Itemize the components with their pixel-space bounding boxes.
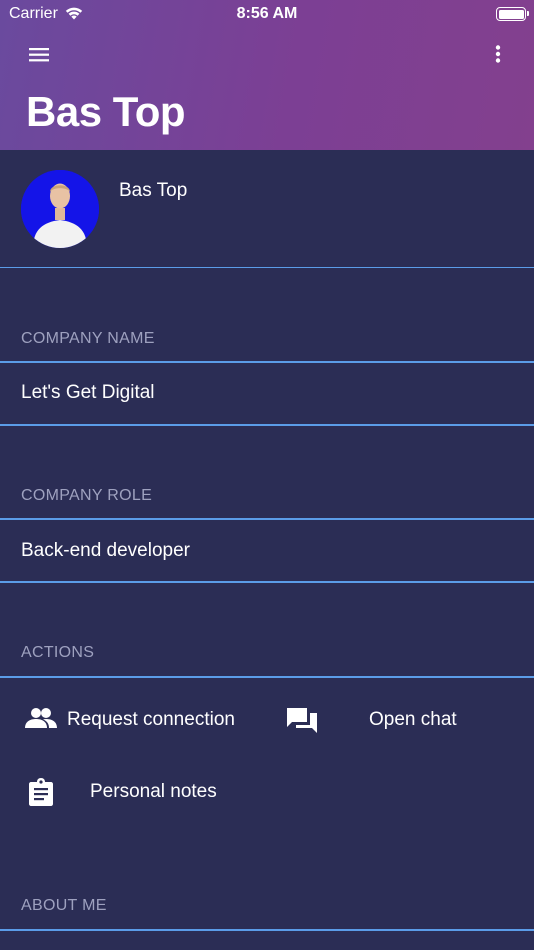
people-icon <box>25 706 57 735</box>
profile-name: Bas Top <box>119 180 188 201</box>
request-connection-button[interactable]: Request connection <box>21 700 261 740</box>
personal-notes-button[interactable]: Personal notes <box>21 772 261 812</box>
status-bar: Carrier 8:56 AM <box>0 0 534 28</box>
open-chat-button[interactable]: Open chat <box>285 700 485 740</box>
personal-notes-label: Personal notes <box>90 781 217 802</box>
clipboard-icon <box>29 778 53 811</box>
company-role-label: COMPANY ROLE <box>21 487 153 504</box>
divider <box>0 929 534 931</box>
divider <box>0 424 534 426</box>
company-name-value: Let's Get Digital <box>21 382 155 403</box>
company-role-value: Back-end developer <box>21 540 190 561</box>
actions-label: ACTIONS <box>21 644 95 661</box>
about-me-label: ABOUT ME <box>21 897 107 914</box>
battery-icon <box>496 7 529 21</box>
page-title: Bas Top <box>26 88 186 135</box>
request-connection-label: Request connection <box>67 709 235 730</box>
status-time: 8:56 AM <box>236 5 298 22</box>
divider <box>0 581 534 583</box>
profile-card: Bas Top <box>0 150 534 268</box>
app-header: Carrier 8:56 AM Bas Top <box>0 0 534 150</box>
company-name-label: COMPANY NAME <box>21 330 155 347</box>
chat-icon <box>287 706 317 739</box>
divider <box>0 361 534 363</box>
divider <box>0 518 534 520</box>
more-vertical-icon[interactable] <box>490 40 506 70</box>
avatar[interactable] <box>21 170 99 248</box>
open-chat-label: Open chat <box>369 709 457 730</box>
hamburger-menu-icon[interactable] <box>22 40 56 70</box>
divider <box>0 676 534 678</box>
